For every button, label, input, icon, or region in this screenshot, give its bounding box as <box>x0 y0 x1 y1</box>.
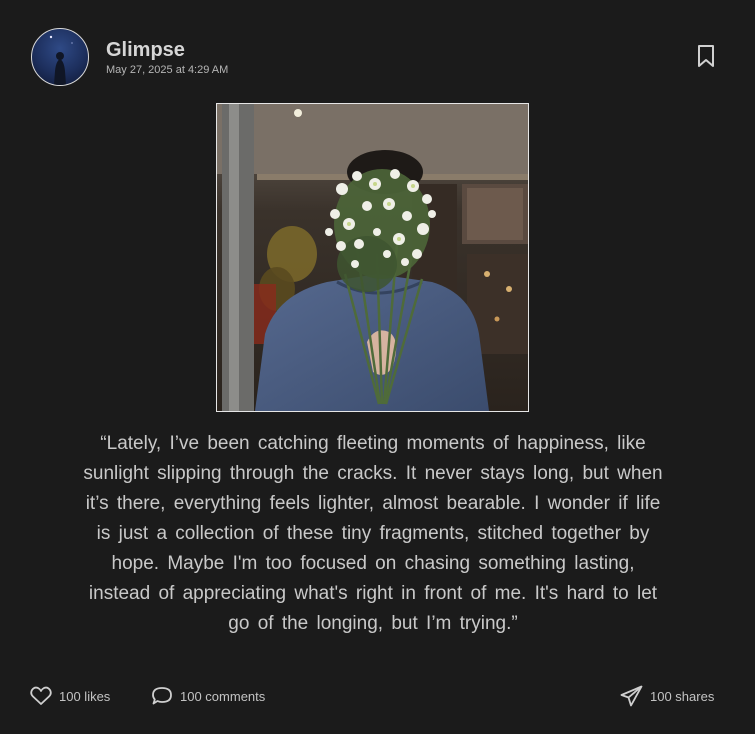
post-actions: 100 likes 100 comments 100 shares <box>0 682 755 710</box>
comment-button[interactable]: 100 comments <box>151 682 265 710</box>
like-button[interactable]: 100 likes <box>30 682 110 710</box>
post-image <box>216 103 529 412</box>
likes-count: 100 likes <box>59 688 111 704</box>
share-button[interactable]: 100 shares <box>620 682 714 710</box>
post-timestamp: May 27, 2025 at 4:29 AM <box>106 64 229 76</box>
comments-count: 100 comments <box>180 688 266 704</box>
avatar[interactable] <box>31 28 89 86</box>
comment-icon <box>151 686 173 706</box>
post-header: Glimpse May 27, 2025 at 4:29 AM <box>31 28 755 88</box>
post-caption: “Lately, I’ve been catching fleeting mom… <box>83 433 663 634</box>
heart-icon <box>30 686 52 706</box>
username[interactable]: Glimpse <box>106 39 185 62</box>
bookmark-icon[interactable] <box>695 44 717 68</box>
avatar-image <box>49 35 73 85</box>
shares-count: 100 shares <box>650 688 715 704</box>
send-icon <box>620 685 643 707</box>
